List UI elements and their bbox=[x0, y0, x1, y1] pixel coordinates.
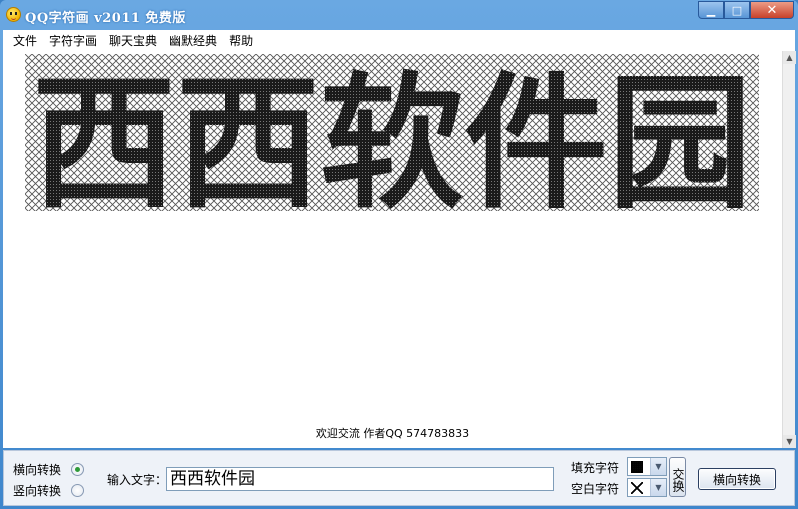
minimize-button[interactable]: ▁ bbox=[698, 1, 724, 19]
text-input[interactable]: 西西软件园 bbox=[166, 467, 554, 491]
control-panel: 横向转换 竖向转换 输入文字： 西西软件园 填充字符 ▼ 空白字符 ▼ 交换 横… bbox=[3, 450, 795, 506]
convert-button[interactable]: 横向转换 bbox=[698, 468, 776, 490]
fill-char-select[interactable]: ▼ bbox=[627, 457, 667, 476]
window-title: QQ字符画 v2011 免费版 bbox=[25, 11, 186, 26]
fill-char-label: 填充字符 bbox=[571, 461, 620, 475]
fill-char-area bbox=[25, 54, 759, 211]
menu-char-art[interactable]: 字符字画 bbox=[43, 32, 103, 49]
vertical-scrollbar[interactable]: ▲ ▼ bbox=[782, 51, 796, 448]
radio-vertical[interactable]: 竖向转换 bbox=[13, 482, 84, 499]
menu-chat-guide[interactable]: 聊天宝典 bbox=[103, 32, 163, 49]
radio-vertical-icon[interactable] bbox=[71, 484, 84, 497]
art-canvas[interactable]: 西西软件园 欢迎交流 作者QQ 574783833 bbox=[3, 51, 782, 448]
smiley-icon bbox=[6, 7, 21, 22]
blank-char-label: 空白字符 bbox=[571, 482, 620, 496]
blank-char-select[interactable]: ▼ bbox=[627, 478, 667, 497]
character-art: 西西软件园 bbox=[25, 54, 759, 211]
menu-humor[interactable]: 幽默经典 bbox=[163, 32, 223, 49]
chevron-down-icon[interactable]: ▼ bbox=[650, 479, 666, 496]
menu-file[interactable]: 文件 bbox=[7, 32, 43, 49]
radio-horizontal[interactable]: 横向转换 bbox=[13, 461, 84, 478]
dense-grid-swatch-icon bbox=[631, 461, 643, 473]
maximize-button[interactable]: □ bbox=[724, 1, 750, 19]
radio-horizontal-label: 横向转换 bbox=[13, 463, 62, 477]
scroll-up-icon[interactable]: ▲ bbox=[783, 51, 796, 64]
swap-button[interactable]: 交换 bbox=[669, 457, 686, 497]
menu-help[interactable]: 帮助 bbox=[223, 32, 259, 49]
chevron-down-icon[interactable]: ▼ bbox=[650, 458, 666, 475]
window-controls: ▁ □ ✕ bbox=[698, 1, 794, 19]
cross-swatch-icon bbox=[631, 482, 643, 494]
app-window: QQ字符画 v2011 免费版 ▁ □ ✕ 文件 字符字画 聊天宝典 幽默经典 … bbox=[0, 0, 798, 509]
radio-horizontal-icon[interactable] bbox=[71, 463, 84, 476]
close-button[interactable]: ✕ bbox=[750, 1, 794, 19]
scroll-down-icon[interactable]: ▼ bbox=[783, 435, 796, 448]
title-bar[interactable]: QQ字符画 v2011 免费版 ▁ □ ✕ bbox=[0, 0, 798, 30]
input-label: 输入文字： bbox=[107, 473, 168, 487]
author-credit: 欢迎交流 作者QQ 574783833 bbox=[315, 427, 470, 440]
radio-vertical-label: 竖向转换 bbox=[13, 484, 62, 498]
menu-bar: 文件 字符字画 聊天宝典 幽默经典 帮助 bbox=[3, 30, 795, 51]
